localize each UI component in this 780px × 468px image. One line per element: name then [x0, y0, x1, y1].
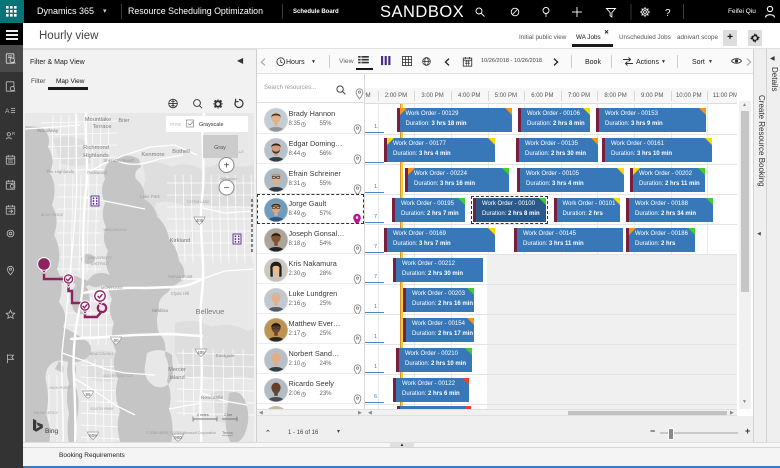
svg-text:+: + [224, 160, 230, 171]
svg-text:Gray: Gray [214, 145, 226, 151]
svg-text:BLUE RIDGE: BLUE RIDGE [41, 213, 64, 217]
svg-text:Mountlake: Mountlake [85, 117, 111, 123]
svg-text:Clyde Hill: Clyde Hill [171, 291, 190, 296]
svg-text:Eastgate: Eastgate [215, 353, 234, 359]
svg-text:Sheridan Beach: Sheridan Beach [103, 158, 135, 163]
svg-text:Lake Park: Lake Park [140, 194, 161, 199]
svg-text:BEACON HILL: BEACON HILL [90, 352, 114, 356]
svg-text:Terrace: Terrace [92, 124, 111, 130]
svg-text:Bothell: Bothell [172, 149, 190, 155]
svg-text:2 miles: 2 miles [197, 413, 209, 417]
svg-text:SOUTH PARK: SOUTH PARK [90, 407, 114, 411]
svg-text:Bing: Bing [45, 428, 59, 435]
svg-text:TOTEM LAKE: TOTEM LAKE [186, 200, 210, 204]
svg-text:Bellevue: Bellevue [196, 307, 225, 316]
svg-text:900: 900 [174, 435, 182, 440]
svg-text:Island: Island [169, 375, 184, 381]
svg-text:SOUTH SEATTLE: SOUTH SEATTLE [103, 374, 134, 378]
svg-text:Kirkland: Kirkland [170, 238, 191, 244]
svg-text:Terms: Terms [222, 430, 233, 435]
svg-text:Kenmore: Kenmore [141, 152, 164, 158]
svg-text:A: A [5, 108, 10, 115]
svg-text:MONTLAKE: MONTLAKE [101, 285, 124, 290]
svg-text:Richmond: Richmond [83, 145, 109, 151]
svg-text:Mercer: Mercer [168, 367, 186, 373]
svg-text:Yarrow Point: Yarrow Point [168, 274, 194, 279]
svg-text:Grayscale: Grayscale [199, 122, 224, 128]
svg-text:90: 90 [113, 338, 119, 343]
svg-text:Parkwood: Parkwood [87, 170, 107, 175]
svg-text:Medina: Medina [152, 308, 168, 314]
svg-text:?: ? [665, 8, 671, 19]
svg-text:−: − [224, 183, 230, 194]
svg-text:© 2018 HERE, © 2018 Microsoft: © 2018 HERE, © 2018 Microsoft Corporatio… [146, 431, 216, 435]
svg-text:WEDGWOOD: WEDGWOOD [103, 228, 127, 232]
svg-text:Woodway: Woodway [37, 128, 59, 134]
svg-text:2 km: 2 km [224, 413, 232, 417]
svg-text:Brier: Brier [118, 118, 129, 124]
svg-text:DISTRICT: DISTRICT [91, 261, 110, 266]
svg-text:UNIVERSITY: UNIVERSITY [88, 255, 113, 260]
svg-text:FAUNTLEROY: FAUNTLEROY [34, 411, 59, 415]
svg-text:405: 405 [196, 218, 204, 223]
svg-text:405: 405 [197, 350, 205, 355]
svg-text:Newcastle: Newcastle [201, 395, 224, 401]
svg-text:HIGH POINT: HIGH POINT [49, 386, 71, 390]
svg-text:509: 509 [89, 433, 97, 438]
svg-text:The Highlands: The Highlands [46, 169, 75, 174]
svg-text:99: 99 [85, 392, 91, 397]
svg-text:R: R [12, 131, 16, 136]
svg-text:FITZGE: FITZGE [170, 123, 181, 127]
